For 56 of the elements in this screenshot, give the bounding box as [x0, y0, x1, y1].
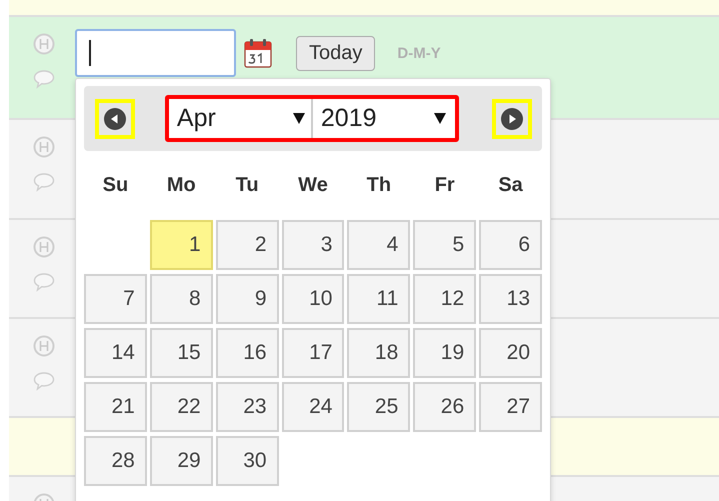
day-cell[interactable]: 8: [150, 274, 213, 324]
text-cursor: [89, 40, 91, 66]
h-circle-icon[interactable]: [33, 136, 55, 158]
day-cell[interactable]: 13: [479, 274, 542, 324]
day-cell[interactable]: 29: [150, 436, 213, 486]
speech-bubble-icon[interactable]: [33, 272, 55, 292]
day-cell[interactable]: 10: [282, 274, 344, 324]
dropdown-arrow-icon: [434, 113, 446, 124]
day-cell[interactable]: 2: [216, 220, 279, 270]
date-format-hint: D-M-Y: [397, 44, 441, 62]
day-cell[interactable]: 30: [216, 436, 279, 486]
day-cell[interactable]: 12: [413, 274, 476, 324]
weekday-label: Mo: [166, 174, 197, 198]
day-cell[interactable]: 19: [413, 328, 476, 378]
weekday-label: Th: [366, 174, 392, 198]
day-cell[interactable]: 1: [150, 220, 213, 270]
day-cell[interactable]: 27: [479, 382, 542, 432]
day-cell[interactable]: 7: [84, 274, 147, 324]
day-cell[interactable]: 16: [216, 328, 279, 378]
day-cell[interactable]: 26: [413, 382, 476, 432]
day-cell[interactable]: 21: [84, 382, 147, 432]
previous-month-button[interactable]: [95, 98, 135, 138]
weekday-label: Su: [102, 174, 130, 198]
date-input[interactable]: [75, 29, 236, 77]
day-cell[interactable]: 11: [347, 274, 410, 324]
day-cell[interactable]: 14: [84, 328, 147, 378]
speech-bubble-icon[interactable]: [33, 371, 55, 391]
month-select[interactable]: Apr: [168, 99, 311, 138]
day-cell[interactable]: 17: [282, 328, 344, 378]
h-circle-icon[interactable]: [33, 33, 55, 55]
day-cell[interactable]: 25: [347, 382, 410, 432]
day-cell[interactable]: 24: [282, 382, 344, 432]
day-cell[interactable]: 23: [216, 382, 279, 432]
weekday-label: Fr: [434, 174, 456, 198]
day-cell[interactable]: 20: [479, 328, 542, 378]
weekday-label: Tu: [234, 174, 260, 198]
today-button[interactable]: Today: [296, 36, 376, 70]
speech-bubble-icon[interactable]: [33, 69, 55, 89]
day-cell[interactable]: 28: [84, 436, 147, 486]
weekday-label: We: [297, 174, 329, 198]
weekday-label: Sa: [497, 174, 524, 198]
day-cell[interactable]: 3: [282, 220, 344, 270]
day-cell[interactable]: 4: [347, 220, 410, 270]
day-cell[interactable]: 6: [479, 220, 542, 270]
speech-bubble-icon[interactable]: [33, 172, 55, 192]
dropdown-arrow-icon: [292, 113, 305, 124]
next-month-button[interactable]: [492, 98, 532, 138]
day-cell[interactable]: 15: [150, 328, 213, 378]
year-select[interactable]: 2019: [312, 99, 452, 138]
calendar-icon[interactable]: [244, 38, 272, 68]
day-cell[interactable]: 18: [347, 328, 410, 378]
day-cell[interactable]: 9: [216, 274, 279, 324]
day-cell[interactable]: 5: [413, 220, 476, 270]
h-circle-icon[interactable]: [33, 335, 55, 357]
day-cell[interactable]: 22: [150, 382, 213, 432]
h-circle-icon[interactable]: [33, 236, 55, 258]
